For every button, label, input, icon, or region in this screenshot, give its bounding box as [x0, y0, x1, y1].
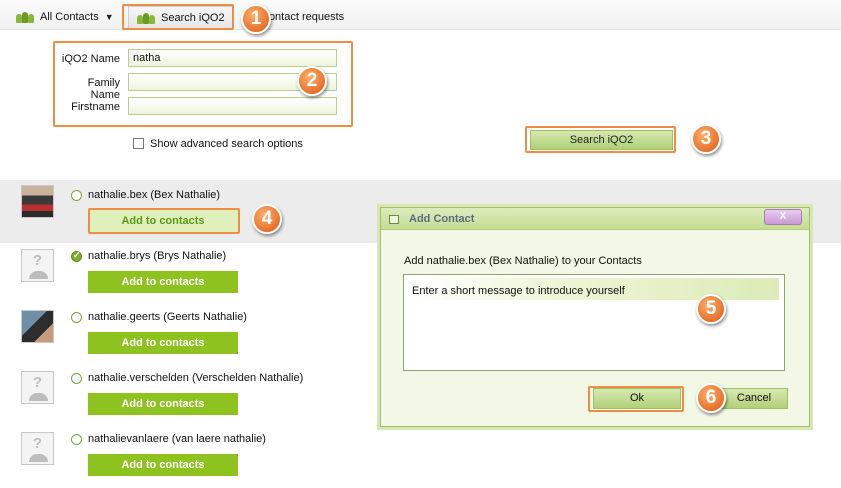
tab-requests-label: Contact requests — [261, 11, 345, 23]
add-to-contacts-button[interactable]: Add to contacts — [88, 454, 238, 476]
advanced-options-checkbox[interactable] — [133, 138, 144, 149]
select-radio[interactable] — [71, 434, 82, 445]
result-name: nathalievanlaere (van laere nathalie) — [88, 433, 266, 445]
tab-all-contacts-label: All Contacts — [40, 11, 99, 23]
dialog-message: Add nathalie.bex (Bex Nathalie) to your … — [404, 255, 642, 267]
callout-badge-6: 6 — [696, 383, 726, 413]
avatar-placeholder: ? — [21, 432, 54, 465]
cancel-button[interactable]: Cancel — [720, 388, 788, 409]
avatar — [21, 185, 54, 218]
window-icon — [389, 215, 399, 224]
contacts-group-icon — [16, 11, 34, 23]
textarea-text: Enter a short message to introduce yours… — [412, 285, 625, 297]
result-name: nathalie.brys (Brys Nathalie) — [88, 250, 227, 262]
add-to-contacts-button[interactable]: Add to contacts — [88, 332, 238, 354]
select-radio[interactable] — [71, 190, 82, 201]
add-contact-dialog: Add Contact X Add nathalie.bex (Bex Nath… — [380, 207, 810, 427]
callout-badge-4: 4 — [252, 204, 282, 234]
dialog-title: Add Contact — [409, 213, 475, 225]
add-to-contacts-button[interactable]: Add to contacts — [88, 271, 238, 293]
select-radio-checked[interactable] — [71, 250, 82, 262]
add-to-contacts-button[interactable]: Add to contacts — [88, 393, 238, 415]
callout-badge-2: 2 — [297, 66, 327, 96]
select-radio[interactable] — [71, 312, 82, 323]
select-radio[interactable] — [71, 373, 82, 384]
tab-search[interactable]: Search iQO2 — [128, 6, 234, 28]
avatar — [21, 310, 54, 343]
advanced-options-label: Show advanced search options — [150, 138, 303, 150]
firstname-input[interactable] — [128, 97, 337, 115]
result-name: nathalie.verschelden (Verschelden Nathal… — [88, 372, 304, 384]
search-button[interactable]: Search iQO2 — [530, 130, 673, 150]
avatar-placeholder: ? — [21, 249, 54, 282]
tab-all-contacts[interactable]: All Contacts ▼ — [8, 6, 122, 28]
chevron-down-icon: ▼ — [104, 12, 114, 22]
iqo2-name-input[interactable] — [128, 49, 337, 67]
result-name: nathalie.geerts (Geerts Nathalie) — [88, 311, 247, 323]
add-to-contacts-button[interactable]: Add to contacts — [88, 210, 238, 232]
intro-message-textarea[interactable]: Enter a short message to introduce yours… — [403, 274, 785, 371]
callout-badge-5: 5 — [696, 294, 726, 324]
tab-search-label: Search iQO2 — [161, 11, 225, 24]
ok-button[interactable]: Ok — [593, 388, 681, 409]
family-name-label: Family Name — [87, 77, 120, 101]
result-name: nathalie.bex (Bex Nathalie) — [88, 189, 221, 201]
firstname-label: Firstname — [71, 101, 120, 113]
avatar-placeholder: ? — [21, 371, 54, 404]
add-user-icon — [137, 12, 155, 24]
close-button[interactable]: X — [764, 209, 802, 225]
dialog-titlebar[interactable]: Add Contact X — [381, 208, 809, 230]
iqo2-name-label: iQO2 Name — [61, 53, 120, 65]
callout-badge-1: 1 — [241, 4, 271, 34]
tab-bar: All Contacts ▼ Search iQO2 Contact reque… — [0, 0, 841, 30]
callout-badge-3: 3 — [691, 124, 721, 154]
